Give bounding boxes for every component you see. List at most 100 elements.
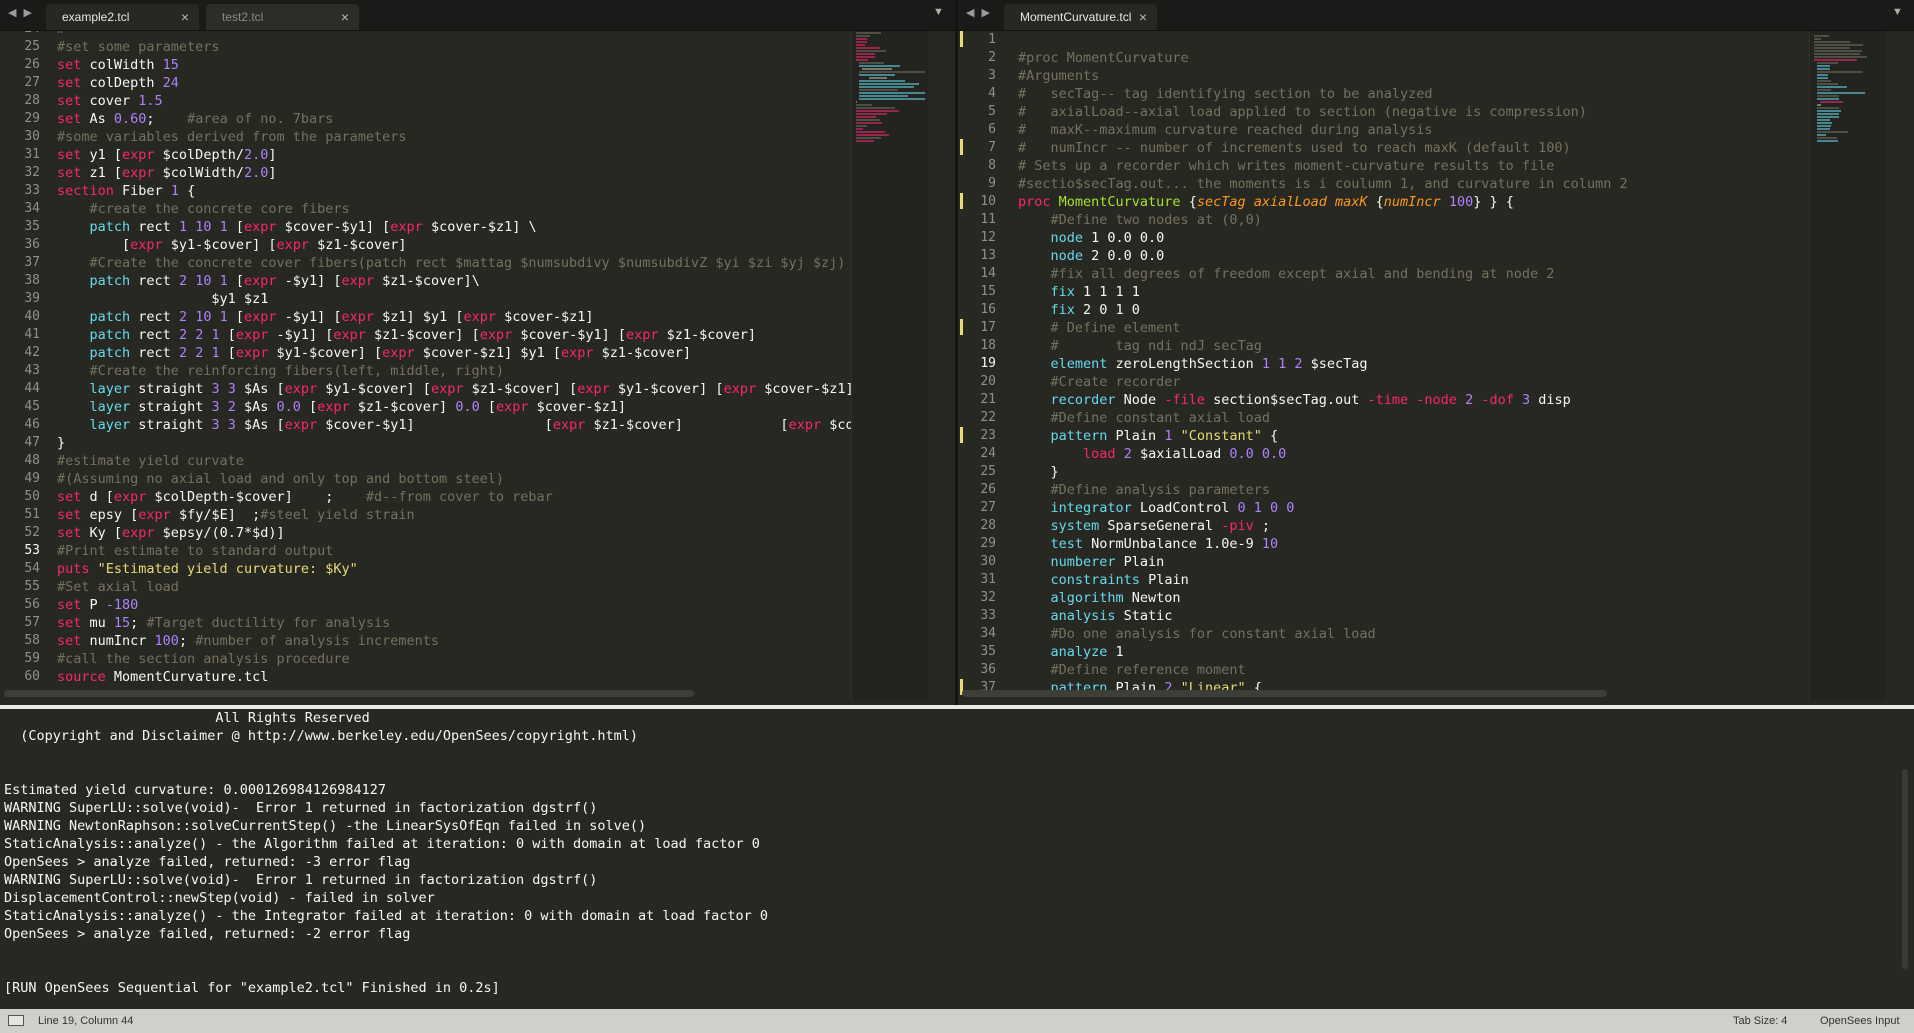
code-line[interactable]: 2 #proc MomentCurvature xyxy=(958,49,1838,67)
code-line[interactable]: 32 set z1 [expr $colWidth/2.0] xyxy=(0,164,879,182)
build-output-console[interactable]: All Rights Reserved (Copyright and Discl… xyxy=(0,709,1914,1009)
syntax-indicator[interactable]: OpenSees Input xyxy=(1820,1009,1900,1033)
tab-list-dropdown-icon[interactable]: ▼ xyxy=(1892,6,1903,18)
code-line[interactable]: 28 set cover 1.5 xyxy=(0,92,879,110)
code-line[interactable]: 23 pattern Plain 1 "Constant" { xyxy=(958,427,1838,445)
code-line[interactable]: 40 patch rect 2 10 1 [expr -$y1] [expr $… xyxy=(0,308,879,326)
code-line[interactable]: 25 #set some parameters xyxy=(0,38,879,56)
code-line[interactable]: 29 set As 0.60; #area of no. 7bars xyxy=(0,110,879,128)
code-area[interactable]: 1 2 #proc MomentCurvature 3 #Arguments 4 # sec… xyxy=(958,31,1838,701)
close-icon[interactable]: × xyxy=(1139,4,1147,31)
code-line[interactable]: 20 #Create recorder xyxy=(958,373,1838,391)
code-line[interactable]: 4 # secTag-- tag identifying section to b… xyxy=(958,85,1838,103)
code-line[interactable]: 57 set mu 15; #Target ductility for analy… xyxy=(0,614,879,632)
code-text: algorithm Newton xyxy=(1050,590,1181,606)
code-line[interactable]: 15 fix 1 1 1 1 xyxy=(958,283,1838,301)
code-line[interactable]: 32 algorithm Newton xyxy=(958,589,1838,607)
code-line[interactable]: 50 set d [expr $colDepth-$cover] ; #d--fr… xyxy=(0,488,879,506)
code-line[interactable]: 53 #Print estimate to standard output xyxy=(0,542,879,560)
code-line[interactable]: 12 node 1 0.0 0.0 xyxy=(958,229,1838,247)
code-line[interactable]: 14 #fix all degrees of freedom except ax… xyxy=(958,265,1838,283)
code-line[interactable]: 56 set P -180 xyxy=(0,596,879,614)
close-icon[interactable]: × xyxy=(181,4,189,31)
code-line[interactable]: 58 set numIncr 100; #number of analysis i… xyxy=(0,632,879,650)
code-line[interactable]: 33 section Fiber 1 { xyxy=(0,182,879,200)
code-line[interactable]: 36 #Define reference moment xyxy=(958,661,1838,679)
code-line[interactable]: 16 fix 2 0 1 0 xyxy=(958,301,1838,319)
code-line[interactable]: 5 # axialLoad--axial load applied to sect… xyxy=(958,103,1838,121)
minimap[interactable] xyxy=(851,31,928,701)
code-line[interactable]: 21 recorder Node -file section$secTag.ou… xyxy=(958,391,1838,409)
code-line[interactable]: 47} xyxy=(0,434,879,452)
code-area[interactable]: 24 #---------------------------------- 25 #… xyxy=(0,31,879,701)
code-line[interactable]: 17 # Define element xyxy=(958,319,1838,337)
tab-momentcurvature[interactable]: MomentCurvature.tcl × xyxy=(1003,3,1158,30)
console-toggle-icon[interactable] xyxy=(8,1015,24,1026)
tab-list-dropdown-icon[interactable]: ▼ xyxy=(933,6,944,18)
code-line[interactable]: 59 #call the section analysis procedure xyxy=(0,650,879,668)
horizontal-scrollbar[interactable] xyxy=(4,690,694,697)
code-line[interactable]: 52 set Ky [expr $epsy/(0.7*$d)] xyxy=(0,524,879,542)
code-line[interactable]: 25 } xyxy=(958,463,1838,481)
code-line[interactable]: 26 set colWidth 15 xyxy=(0,56,879,74)
line-number: 43 xyxy=(24,363,40,378)
left-tab-bar: ◀ ▶ example2.tcl × test2.tcl × ▼ xyxy=(0,0,955,31)
code-line[interactable]: 34 #Do one analysis for constant axial l… xyxy=(958,625,1838,643)
tab-size-indicator[interactable]: Tab Size: 4 xyxy=(1733,1009,1787,1033)
code-line[interactable]: 46 layer straight 3 3 $As [expr $cover-$… xyxy=(0,416,879,434)
left-editor-pane[interactable]: 24 #---------------------------------- 25 #… xyxy=(0,31,955,701)
code-line[interactable]: 11 #Define two nodes at (0,0) xyxy=(958,211,1838,229)
minimap[interactable] xyxy=(1809,31,1886,701)
code-line[interactable]: 24 #---------------------------------- xyxy=(0,31,879,38)
code-line[interactable]: 51 set epsy [expr $fy/$E] ;#steel yield s… xyxy=(0,506,879,524)
code-line[interactable]: 24 load 2 $axialLoad 0.0 0.0 xyxy=(958,445,1838,463)
vertical-scrollbar[interactable] xyxy=(1902,769,1908,969)
code-line[interactable]: 44 layer straight 3 3 $As [expr $y1-$cov… xyxy=(0,380,879,398)
horizontal-scrollbar[interactable] xyxy=(962,690,1607,697)
code-line[interactable]: 18 # tag ndi ndJ secTag xyxy=(958,337,1838,355)
code-line[interactable]: 36 [expr $y1-$cover] [expr $z1-$cover] xyxy=(0,236,879,254)
code-line[interactable]: 28 system SparseGeneral -piv ; xyxy=(958,517,1838,535)
code-line[interactable]: 38 patch rect 2 10 1 [expr -$y1] [expr $… xyxy=(0,272,879,290)
code-line[interactable]: 27 set colDepth 24 xyxy=(0,74,879,92)
right-editor-pane[interactable]: 1 2 #proc MomentCurvature 3 #Arguments 4 # sec… xyxy=(958,31,1914,701)
code-line[interactable]: 8 # Sets up a recorder which writes momen… xyxy=(958,157,1838,175)
close-icon[interactable]: × xyxy=(341,4,349,31)
code-line[interactable]: 55 #Set axial load xyxy=(0,578,879,596)
code-line[interactable]: 42 patch rect 2 2 1 [expr $y1-$cover] [e… xyxy=(0,344,879,362)
code-line[interactable]: 29 test NormUnbalance 1.0e-9 10 xyxy=(958,535,1838,553)
code-line[interactable]: 3 #Arguments xyxy=(958,67,1838,85)
tab-nav-arrows-icon[interactable]: ◀ ▶ xyxy=(8,6,34,19)
minimap-line xyxy=(856,101,857,103)
code-line[interactable]: 34 #create the concrete core fibers xyxy=(0,200,879,218)
code-line[interactable]: 33 analysis Static xyxy=(958,607,1838,625)
code-line[interactable]: 48 #estimate yield curvate xyxy=(0,452,879,470)
code-line[interactable]: 6 # maxK--maximum curvature reached durin… xyxy=(958,121,1838,139)
code-line[interactable]: 35 analyze 1 xyxy=(958,643,1838,661)
code-line[interactable]: 30 #some variables derived from the param… xyxy=(0,128,879,146)
code-line[interactable]: 30 numberer Plain xyxy=(958,553,1838,571)
code-line[interactable]: 1 xyxy=(958,31,1838,49)
code-line[interactable]: 54 puts "Estimated yield curvature: $Ky" xyxy=(0,560,879,578)
code-line[interactable]: 31 set y1 [expr $colDepth/2.0] xyxy=(0,146,879,164)
code-line[interactable]: 43 #Create the reinforcing fibers(left, … xyxy=(0,362,879,380)
code-line[interactable]: 37 #Create the concrete cover fibers(pat… xyxy=(0,254,879,272)
tab-nav-arrows-icon[interactable]: ◀ ▶ xyxy=(966,6,992,19)
code-line[interactable]: 49 #(Assuming no axial load and only top … xyxy=(0,470,879,488)
code-line[interactable]: 35 patch rect 1 10 1 [expr $cover-$y1] [… xyxy=(0,218,879,236)
tab-test2[interactable]: test2.tcl × xyxy=(205,3,360,30)
code-line[interactable]: 26 #Define analysis parameters xyxy=(958,481,1838,499)
code-line[interactable]: 45 layer straight 3 2 $As 0.0 [expr $z1-… xyxy=(0,398,879,416)
code-line[interactable]: 13 node 2 0.0 0.0 xyxy=(958,247,1838,265)
code-line[interactable]: 7 # numIncr -- number of increments used … xyxy=(958,139,1838,157)
code-line[interactable]: 22 #Define constant axial load xyxy=(958,409,1838,427)
code-line[interactable]: 39 $y1 $z1 xyxy=(0,290,879,308)
code-line[interactable]: 9 #sectio$secTag.out... the moments is i … xyxy=(958,175,1838,193)
tab-example2[interactable]: example2.tcl × xyxy=(45,3,200,30)
code-line[interactable]: 19 element zeroLengthSection 1 1 2 $secT… xyxy=(958,355,1838,373)
code-line[interactable]: 60 source MomentCurvature.tcl xyxy=(0,668,879,686)
code-line[interactable]: 31 constraints Plain xyxy=(958,571,1838,589)
code-line[interactable]: 27 integrator LoadControl 0 1 0 0 xyxy=(958,499,1838,517)
code-line[interactable]: 41 patch rect 2 2 1 [expr -$y1] [expr $z… xyxy=(0,326,879,344)
code-line[interactable]: 10 proc MomentCurvature {secTag axialLoad… xyxy=(958,193,1838,211)
